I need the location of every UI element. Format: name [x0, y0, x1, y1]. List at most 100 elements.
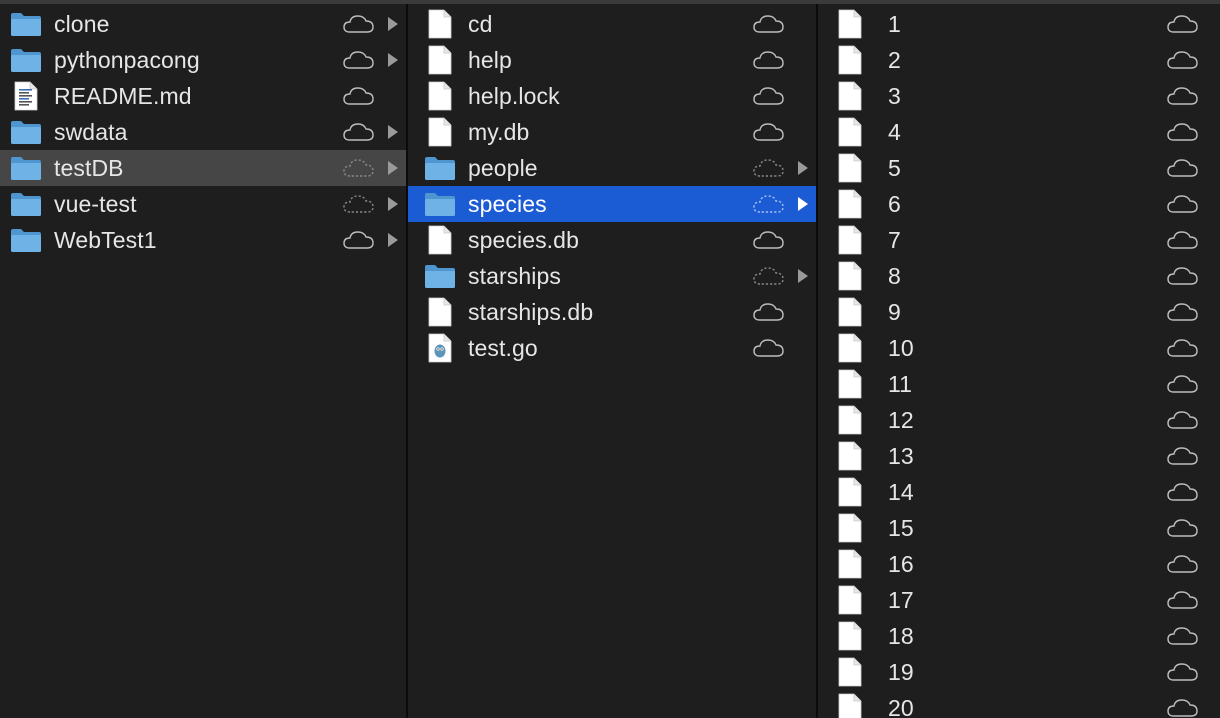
- document-icon: [834, 477, 866, 507]
- cloud-pending-icon: [342, 192, 376, 216]
- folder-icon: [10, 117, 42, 147]
- file-row-8[interactable]: 8: [818, 258, 1220, 294]
- icloud-status-icon: [1166, 408, 1200, 432]
- file-row-11[interactable]: 11: [818, 366, 1220, 402]
- file-row-9[interactable]: 9: [818, 294, 1220, 330]
- document-icon: [834, 693, 866, 718]
- file-row-starships-db[interactable]: starships.db: [408, 294, 816, 330]
- icloud-status-icon: [752, 300, 786, 324]
- disclosure-arrow-icon[interactable]: [388, 197, 398, 211]
- file-row-help-lock[interactable]: help.lock: [408, 78, 816, 114]
- file-row-14[interactable]: 14: [818, 474, 1220, 510]
- file-row-readme-md[interactable]: README.md: [0, 78, 406, 114]
- icloud-status-icon: [752, 120, 786, 144]
- file-row-16[interactable]: 16: [818, 546, 1220, 582]
- file-row-5[interactable]: 5: [818, 150, 1220, 186]
- file-row-test-go[interactable]: test.go: [408, 330, 816, 366]
- cloud-pending-icon: [342, 156, 376, 180]
- icloud-status-icon: [1166, 300, 1200, 324]
- icloud-status-icon: [1166, 336, 1200, 360]
- document-icon: [424, 117, 456, 147]
- icloud-status-icon: [752, 12, 786, 36]
- file-row-13[interactable]: 13: [818, 438, 1220, 474]
- folder-icon: [10, 9, 42, 39]
- folder-row-vue-test[interactable]: vue-test: [0, 186, 406, 222]
- disclosure-arrow-icon[interactable]: [798, 269, 808, 283]
- document-icon: [424, 297, 456, 327]
- column-1[interactable]: clone pythonpacong README.md swdata testDB vu…: [0, 4, 408, 718]
- file-row-species-db[interactable]: species.db: [408, 222, 816, 258]
- icloud-status-icon: [1166, 228, 1200, 252]
- file-row-my-db[interactable]: my.db: [408, 114, 816, 150]
- file-row-help[interactable]: help: [408, 42, 816, 78]
- document-icon: [834, 621, 866, 651]
- file-row-cd[interactable]: cd: [408, 6, 816, 42]
- icloud-status-icon: [342, 12, 376, 36]
- icloud-status-icon: [1166, 264, 1200, 288]
- file-row-7[interactable]: 7: [818, 222, 1220, 258]
- file-row-1[interactable]: 1: [818, 6, 1220, 42]
- column-3-list: 1 2 3 4 5 6 7 8 9 10 11 12 13 14 15 16 17 18 19 20: [818, 4, 1220, 718]
- disclosure-arrow-icon[interactable]: [388, 125, 398, 139]
- disclosure-arrow-icon[interactable]: [798, 161, 808, 175]
- disclosure-arrow-icon[interactable]: [388, 53, 398, 67]
- disclosure-arrow-icon[interactable]: [388, 233, 398, 247]
- cloud-pending-icon: [752, 156, 786, 180]
- icloud-status-icon: [1166, 480, 1200, 504]
- cloud-pending-icon: [752, 192, 786, 216]
- document-icon: [834, 9, 866, 39]
- file-row-10[interactable]: 10: [818, 330, 1220, 366]
- icloud-status-icon: [1166, 624, 1200, 648]
- icloud-status-icon: [1166, 444, 1200, 468]
- folder-row-swdata[interactable]: swdata: [0, 114, 406, 150]
- document-icon: [834, 405, 866, 435]
- icloud-status-icon: [342, 84, 376, 108]
- cloud-pending-icon: [752, 264, 786, 288]
- folder-row-starships[interactable]: starships: [408, 258, 816, 294]
- folder-row-pythonpacong[interactable]: pythonpacong: [0, 42, 406, 78]
- file-row-15[interactable]: 15: [818, 510, 1220, 546]
- disclosure-arrow-icon[interactable]: [388, 17, 398, 31]
- file-row-3[interactable]: 3: [818, 78, 1220, 114]
- document-icon: [834, 117, 866, 147]
- file-row-2[interactable]: 2: [818, 42, 1220, 78]
- file-row-18[interactable]: 18: [818, 618, 1220, 654]
- icloud-status-icon: [1166, 372, 1200, 396]
- document-icon: [424, 225, 456, 255]
- icloud-status-icon: [1166, 588, 1200, 612]
- icloud-status-icon: [752, 336, 786, 360]
- folder-row-people[interactable]: people: [408, 150, 816, 186]
- icloud-status-icon: [752, 48, 786, 72]
- folder-row-species[interactable]: species: [408, 186, 816, 222]
- file-row-6[interactable]: 6: [818, 186, 1220, 222]
- document-icon: [834, 549, 866, 579]
- document-icon: [834, 153, 866, 183]
- disclosure-arrow-icon[interactable]: [798, 197, 808, 211]
- file-row-4[interactable]: 4: [818, 114, 1220, 150]
- column-3[interactable]: 1 2 3 4 5 6 7 8 9 10 11 12 13 14 15 16 17 18 19 20: [818, 4, 1220, 718]
- document-icon: [424, 81, 456, 111]
- document-icon: [834, 45, 866, 75]
- folder-icon: [10, 45, 42, 75]
- file-row-19[interactable]: 19: [818, 654, 1220, 690]
- icloud-status-icon: [752, 228, 786, 252]
- column-1-list: clone pythonpacong README.md swdata testDB vu…: [0, 4, 406, 258]
- file-row-12[interactable]: 12: [818, 402, 1220, 438]
- go-file-icon: [424, 333, 456, 363]
- folder-row-testdb[interactable]: testDB: [0, 150, 406, 186]
- disclosure-arrow-icon[interactable]: [388, 161, 398, 175]
- document-icon: [834, 441, 866, 471]
- text-document-icon: [10, 81, 42, 111]
- document-icon: [834, 225, 866, 255]
- finder-column-browser: clone pythonpacong README.md swdata testDB vu…: [0, 4, 1220, 718]
- icloud-status-icon: [1166, 12, 1200, 36]
- folder-icon: [10, 189, 42, 219]
- folder-row-webtest1[interactable]: WebTest1: [0, 222, 406, 258]
- file-row-17[interactable]: 17: [818, 582, 1220, 618]
- folder-row-clone[interactable]: clone: [0, 6, 406, 42]
- icloud-status-icon: [342, 48, 376, 72]
- icloud-status-icon: [1166, 660, 1200, 684]
- file-row-20[interactable]: 20: [818, 690, 1220, 718]
- column-2[interactable]: cd help help.lock my.db people species species…: [408, 4, 818, 718]
- icloud-status-icon: [1166, 696, 1200, 718]
